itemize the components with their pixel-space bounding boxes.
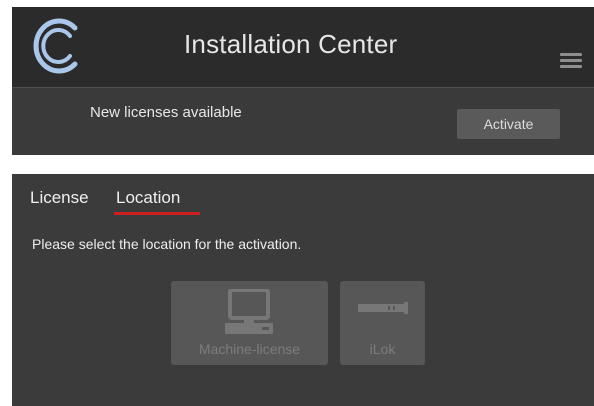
app-title: Installation Center <box>184 29 398 59</box>
installation-center-window: Installation Center New licenses availab… <box>0 0 594 406</box>
hamburger-icon <box>560 53 582 56</box>
notification-message: New licenses available <box>90 104 242 121</box>
machine-license-label: Machine-license <box>198 341 301 357</box>
machine-license-option-button[interactable]: Machine-license <box>171 281 328 365</box>
app-header: Installation Center <box>12 7 594 87</box>
activate-button[interactable]: Activate <box>457 109 560 139</box>
computer-icon <box>225 289 273 334</box>
activation-panel: License Location Please select the locat… <box>12 174 594 406</box>
ilok-label: iLok <box>369 341 396 357</box>
c-ring-logo-icon <box>33 18 78 74</box>
usb-dongle-icon <box>358 302 408 314</box>
hamburger-menu-button[interactable] <box>560 53 582 71</box>
ilok-option-button[interactable]: iLok <box>340 281 425 365</box>
license-notification-bar: New licenses available Activate <box>12 87 594 155</box>
tab-location[interactable]: Location <box>116 188 180 208</box>
tab-license[interactable]: License <box>30 188 89 208</box>
active-tab-indicator <box>114 212 200 215</box>
instruction-text: Please select the location for the activ… <box>32 236 302 252</box>
